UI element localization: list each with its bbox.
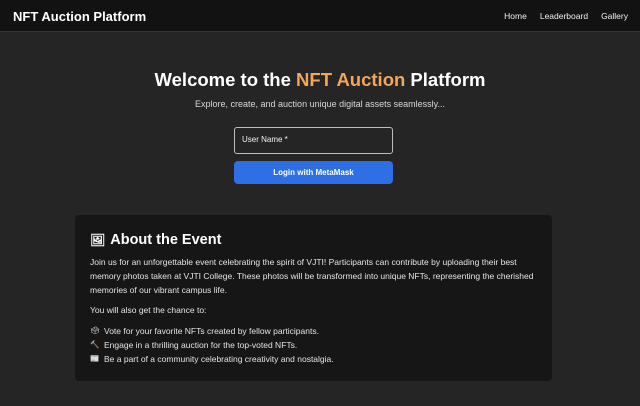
nav-link-gallery[interactable]: Gallery — [601, 11, 628, 21]
hero-title: Welcome to the NFT Auction Platform — [0, 69, 640, 91]
list-item: 📰 Be a part of a community celebrating c… — [90, 352, 334, 366]
picture-frame-icon: 🖼 — [90, 233, 106, 247]
hero-title-prefix: Welcome to the — [154, 69, 297, 90]
about-paragraph-1: Join us for an unforgettable event celeb… — [90, 257, 534, 295]
nav-link-leaderboard[interactable]: Leaderboard — [540, 11, 588, 21]
about-card: 🖼 About the Event Join us for an unforge… — [75, 215, 552, 381]
nav-links: Home Leaderboard Gallery — [504, 11, 628, 21]
list-item-text: Engage in a thrilling auction for the to… — [104, 340, 298, 350]
username-label: User Name * — [242, 135, 288, 144]
nav-link-home[interactable]: Home — [504, 11, 527, 21]
about-list: 🗳 Vote for your favorite NFTs created by… — [90, 324, 334, 366]
about-paragraph-2: You will also get the chance to: — [90, 305, 207, 315]
list-item-text: Be a part of a community celebrating cre… — [104, 354, 334, 364]
username-field[interactable]: User Name * — [234, 127, 393, 154]
hammer-icon: 🔨 — [90, 340, 100, 349]
hero-title-suffix: Platform — [405, 69, 486, 90]
ballot-box-icon: 🗳 — [90, 326, 100, 335]
list-item: 🔨 Engage in a thrilling auction for the … — [90, 338, 334, 352]
navbar: NFT Auction Platform Home Leaderboard Ga… — [0, 0, 640, 32]
list-item-text: Vote for your favorite NFTs created by f… — [104, 326, 319, 336]
hero-title-accent: NFT Auction — [296, 69, 406, 90]
hero-subtitle: Explore, create, and auction unique digi… — [195, 99, 445, 109]
brand-title[interactable]: NFT Auction Platform — [13, 9, 146, 24]
about-title: 🖼 About the Event — [90, 232, 221, 248]
about-title-text: About the Event — [110, 232, 222, 248]
list-item: 🗳 Vote for your favorite NFTs created by… — [90, 324, 334, 338]
newspaper-icon: 📰 — [90, 354, 100, 363]
login-metamask-button[interactable]: Login with MetaMask — [234, 161, 393, 184]
